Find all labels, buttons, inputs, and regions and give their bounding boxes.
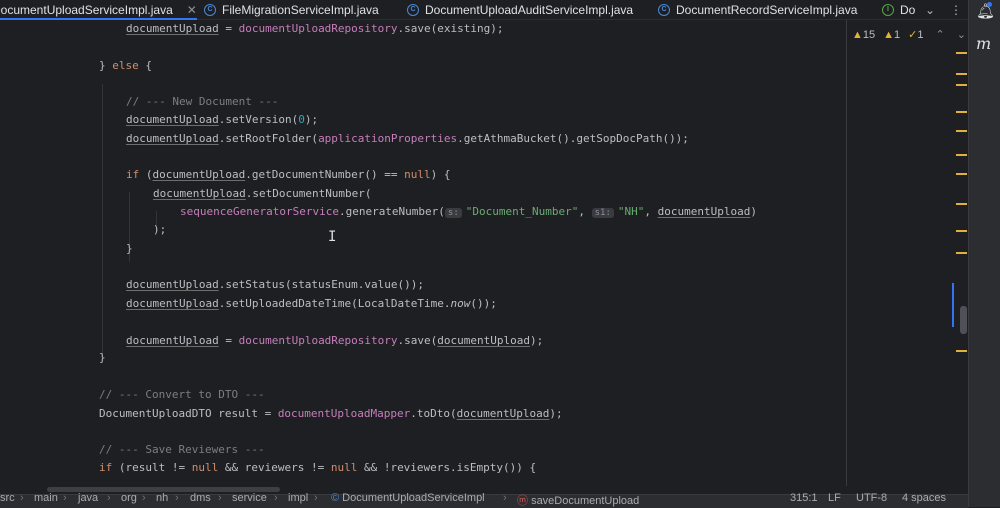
breadcrumb-separator: ›: [107, 492, 111, 504]
code-line: documentUpload.setStatus(statusEnum.valu…: [126, 278, 425, 291]
code-line: if (documentUpload.getDocumentNumber() =…: [126, 168, 451, 181]
code-line: }: [126, 242, 133, 255]
code-line: );: [153, 223, 167, 236]
class-icon: C: [407, 3, 419, 16]
indent-setting[interactable]: 4 spaces: [902, 492, 946, 504]
breadcrumb-item[interactable]: org: [121, 492, 137, 504]
line-separator[interactable]: LF: [828, 492, 841, 504]
code-line: if (result != null && reviewers != null …: [99, 461, 537, 474]
tab-label: DocumentUploadServiceImpl.java: [0, 2, 173, 17]
class-icon: C: [658, 3, 670, 16]
class-icon: C: [204, 3, 216, 16]
warning-marker[interactable]: [956, 154, 967, 156]
code-line: // --- Convert to DTO ---: [99, 388, 265, 401]
code-line: DocumentUploadDTO result = documentUploa…: [99, 407, 563, 420]
warning-marker[interactable]: [956, 52, 967, 54]
chevron-up-icon[interactable]: ⌃: [936, 28, 945, 41]
weak-warning-icon: ▲: [883, 28, 895, 41]
breadcrumb-item[interactable]: nh: [156, 492, 168, 504]
code-line: documentUpload.setDocumentNumber(: [153, 187, 372, 200]
text-cursor-icon: I: [328, 229, 337, 245]
method-icon: ⓜ: [517, 495, 528, 507]
caret-position[interactable]: 315:1: [790, 492, 818, 504]
tabs-more-icon[interactable]: ⋮: [950, 0, 962, 19]
warning-marker[interactable]: [956, 84, 967, 86]
breadcrumb-separator: ›: [274, 492, 278, 504]
warning-marker[interactable]: [956, 350, 967, 352]
file-encoding[interactable]: UTF-8: [856, 492, 887, 504]
breadcrumb-separator: ›: [63, 492, 67, 504]
code-line: sequenceGeneratorService.generateNumber(…: [180, 205, 757, 218]
code-line: // --- New Document ---: [126, 95, 279, 108]
warning-marker[interactable]: [956, 173, 967, 175]
weak-warnings-indicator[interactable]: ▲1: [883, 29, 900, 41]
code-line: // --- Save Reviewers ---: [99, 443, 265, 456]
tab-document-upload-audit-service-impl[interactable]: C DocumentUploadAuditServiceImpl.java: [407, 0, 633, 19]
editor-right-margin: [846, 20, 847, 486]
breadcrumb-separator: ›: [175, 492, 179, 504]
code-line: documentUpload.setUploadedDateTime(Local…: [126, 297, 497, 310]
class-icon: ©: [331, 492, 340, 504]
chevron-down-icon[interactable]: ⌄: [957, 28, 966, 41]
right-tool-window-bar: [968, 0, 1000, 507]
warning-marker[interactable]: [956, 111, 967, 113]
change-marker[interactable]: [952, 283, 954, 327]
warning-marker[interactable]: [956, 130, 967, 132]
warning-marker[interactable]: [956, 230, 967, 232]
code-line: documentUpload.setRootFolder(application…: [126, 132, 689, 145]
interface-icon: I: [882, 3, 894, 16]
code-line: documentUpload = documentUploadRepositor…: [126, 22, 504, 35]
bell-icon[interactable]: 🔔︎: [976, 2, 995, 20]
code-line: documentUpload = documentUploadRepositor…: [126, 334, 544, 347]
tab-do[interactable]: I Do: [882, 0, 915, 19]
breadcrumb-item[interactable]: service: [232, 492, 267, 504]
warning-marker[interactable]: [956, 203, 967, 205]
parameter-hint: s1:: [591, 208, 614, 218]
tab-label: DocumentUploadAuditServiceImpl.java: [425, 2, 634, 17]
parameter-hint: s:: [444, 208, 462, 218]
indent-guide: [102, 84, 103, 358]
plugin-m-icon[interactable]: m: [976, 34, 991, 53]
breadcrumb-item[interactable]: dms: [190, 492, 211, 504]
breadcrumb-item[interactable]: impl: [288, 492, 308, 504]
close-icon[interactable]: ✕: [187, 3, 197, 17]
typos-indicator[interactable]: ✓1: [908, 28, 923, 41]
status-bar: src › main › java › org › nh › dms › ser…: [0, 492, 968, 508]
breadcrumb-class[interactable]: © DocumentUploadServiceImpl: [331, 492, 485, 504]
inspection-widget[interactable]: ▲15 ▲1 ✓1 ⌃ ⌄: [852, 28, 966, 42]
warning-marker[interactable]: [956, 252, 967, 254]
tab-document-record-service-impl[interactable]: C DocumentRecordServiceImpl.java: [658, 0, 857, 19]
breadcrumb-separator: ›: [20, 492, 24, 504]
breadcrumb-separator: ›: [142, 492, 146, 504]
tab-label: Do: [900, 2, 916, 17]
code-line: }: [99, 351, 106, 364]
breadcrumb-item[interactable]: src: [0, 492, 15, 504]
warning-marker[interactable]: [956, 73, 967, 75]
tab-label: FileMigrationServiceImpl.java: [222, 2, 379, 17]
editor-tab-bar: DocumentUploadServiceImpl.java ✕ C FileM…: [0, 0, 968, 20]
breadcrumb-separator: ›: [314, 492, 318, 504]
breadcrumb-separator: ›: [503, 492, 507, 504]
warnings-indicator[interactable]: ▲15: [852, 29, 875, 41]
tabs-dropdown-chevron-icon[interactable]: ⌄: [925, 0, 935, 19]
breadcrumb-separator: ›: [218, 492, 222, 504]
warning-icon: ▲: [852, 28, 863, 41]
code-line: } else {: [99, 59, 152, 72]
vertical-scrollbar-thumb[interactable]: [960, 306, 967, 334]
breadcrumb-method[interactable]: ⓜ saveDocumentUpload: [517, 492, 639, 508]
tab-label: DocumentRecordServiceImpl.java: [676, 2, 858, 17]
check-icon: ✓: [908, 29, 918, 41]
tab-document-upload-service-impl[interactable]: DocumentUploadServiceImpl.java ✕: [0, 0, 197, 20]
code-editor[interactable]: documentUpload = documentUploadRepositor…: [0, 20, 950, 486]
breadcrumb-item[interactable]: main: [34, 492, 58, 504]
breadcrumb-item[interactable]: java: [78, 492, 98, 504]
tab-file-migration-service-impl[interactable]: C FileMigrationServiceImpl.java: [204, 0, 379, 19]
code-line: documentUpload.setVersion(0);: [126, 113, 319, 126]
